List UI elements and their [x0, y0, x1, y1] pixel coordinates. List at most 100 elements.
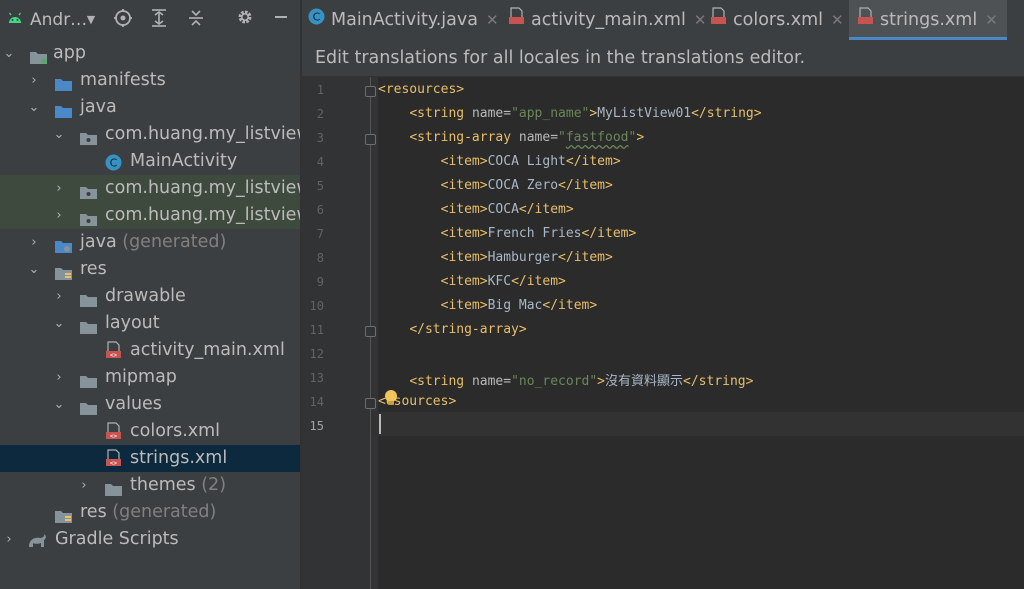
tree-item-manifests[interactable]: › manifests	[0, 67, 300, 94]
chevron-right-icon[interactable]: ›	[52, 175, 66, 202]
line-number: 3	[316, 131, 324, 145]
project-view-selector[interactable]: Andr…	[30, 8, 90, 32]
tree-item-label: res (generated)	[80, 502, 217, 522]
tree-item-activity-main-xml[interactable]: <> activity_main.xml	[0, 337, 300, 364]
collapse-all-icon[interactable]	[185, 8, 207, 32]
tree-item-label: app	[53, 43, 86, 63]
tree-item-gradle-scripts[interactable]: › Gradle Scripts	[0, 526, 300, 553]
tree-item-package-test[interactable]: › com.huang.my_listview	[0, 202, 300, 229]
class-icon: C	[308, 0, 325, 40]
tab-mainactivity-java[interactable]: C MainActivity.java ✕	[308, 0, 500, 40]
code-line[interactable]: <resources>	[378, 82, 464, 97]
package-icon	[80, 127, 97, 145]
chevron-right-icon[interactable]: ›	[27, 67, 41, 94]
tree-item-package-main[interactable]: ⌄ com.huang.my_listview	[0, 121, 300, 148]
tree-item-res[interactable]: ⌄ res	[0, 256, 300, 283]
fold-marker-icon[interactable]	[365, 398, 376, 409]
text-caret	[379, 414, 381, 434]
tab-label: strings.xml	[880, 10, 978, 30]
expand-all-icon[interactable]	[148, 8, 170, 32]
code-line[interactable]: <item>COCA Light</item>	[378, 154, 621, 169]
fold-marker-icon[interactable]	[365, 326, 376, 337]
code-line[interactable]: < esources>	[378, 390, 456, 409]
tab-strings-xml[interactable]: strings.xml ✕	[849, 0, 1007, 40]
chevron-right-icon[interactable]: ›	[52, 283, 66, 310]
line-number: 15	[309, 419, 324, 433]
code-line[interactable]: <item>French Fries</item>	[378, 226, 637, 241]
tab-label: colors.xml	[733, 10, 824, 30]
package-icon	[80, 208, 97, 226]
tree-item-app[interactable]: ⌄ app	[0, 40, 300, 67]
chevron-down-icon[interactable]: ⌄	[2, 40, 16, 67]
source-folder-icon	[55, 100, 72, 118]
tree-item-java-generated[interactable]: › java (generated)	[0, 229, 300, 256]
close-icon[interactable]: ✕	[985, 11, 998, 29]
code-line[interactable]: <item>COCA</item>	[378, 202, 574, 217]
tab-activity-main-xml[interactable]: activity_main.xml ✕	[508, 0, 707, 40]
chevron-right-icon[interactable]: ›	[52, 364, 66, 391]
tree-item-mipmap[interactable]: › mipmap	[0, 364, 300, 391]
svg-text:<>: <>	[110, 433, 118, 440]
tree-item-label: mipmap	[105, 367, 177, 387]
chevron-down-icon[interactable]: ⌄	[27, 94, 41, 121]
fold-marker-icon[interactable]	[365, 86, 376, 97]
tab-colors-xml[interactable]: colors.xml ✕	[710, 0, 846, 40]
close-icon[interactable]: ✕	[486, 11, 499, 29]
tree-item-drawable[interactable]: › drawable	[0, 283, 300, 310]
tree-item-label: MainActivity	[130, 151, 238, 171]
tree-item-strings-xml[interactable]: <> strings.xml	[0, 445, 300, 472]
chevron-right-icon[interactable]: ›	[27, 229, 41, 256]
tree-item-label: com.huang.my_listview	[105, 178, 300, 198]
chevron-down-icon[interactable]: ⌄	[52, 391, 66, 418]
xml-file-icon: <>	[105, 422, 122, 440]
chevron-down-icon[interactable]: ⌄	[27, 256, 41, 283]
chevron-right-icon[interactable]: ›	[52, 202, 66, 229]
chevron-down-icon[interactable]: ▼	[84, 8, 98, 32]
line-number: 9	[316, 275, 324, 289]
line-number: 10	[309, 299, 324, 313]
fold-marker-icon[interactable]	[365, 134, 376, 145]
tree-item-res-generated[interactable]: res (generated)	[0, 499, 300, 526]
svg-text:C: C	[313, 11, 321, 24]
xml-file-icon: <>	[105, 341, 122, 359]
code-line[interactable]: <item>KFC</item>	[378, 274, 566, 289]
class-icon: C	[105, 153, 122, 171]
code-line[interactable]: <string-array name="fastfood">	[378, 130, 644, 145]
tree-item-colors-xml[interactable]: <> colors.xml	[0, 418, 300, 445]
tree-item-mainactivity[interactable]: C MainActivity	[0, 148, 300, 175]
locate-icon[interactable]	[111, 8, 135, 32]
line-number: 6	[316, 203, 324, 217]
line-number: 14	[309, 395, 324, 409]
chevron-down-icon[interactable]: ⌄	[52, 310, 66, 337]
tree-item-label: Gradle Scripts	[55, 529, 179, 549]
code-line[interactable]: <item>Big Mac</item>	[378, 298, 598, 313]
resource-folder-icon	[55, 505, 72, 523]
tree-item-java[interactable]: ⌄ java	[0, 94, 300, 121]
minimize-icon[interactable]	[270, 8, 292, 32]
tree-item-layout[interactable]: ⌄ layout	[0, 310, 300, 337]
chevron-right-icon[interactable]: ›	[77, 472, 91, 499]
tree-item-values[interactable]: ⌄ values	[0, 391, 300, 418]
tree-item-label: manifests	[80, 70, 166, 90]
close-icon[interactable]: ✕	[831, 11, 844, 29]
line-number: 5	[316, 179, 324, 193]
xml-file-icon	[508, 0, 525, 40]
gear-icon[interactable]	[234, 8, 256, 32]
chevron-right-icon[interactable]: ›	[2, 526, 16, 553]
project-panel: Andr… ▼ ⌄ app › manifests ⌄ java ⌄ com.h…	[0, 0, 300, 589]
chevron-down-icon[interactable]: ⌄	[52, 121, 66, 148]
code-line[interactable]: <item>Hamburger</item>	[378, 250, 613, 265]
code-line[interactable]: <string name="no_record">沒有資料顯示</string>	[378, 370, 753, 389]
code-line[interactable]: <item>COCA Zero</item>	[378, 178, 613, 193]
tree-item-label: res	[80, 259, 107, 279]
close-icon[interactable]: ✕	[694, 11, 707, 29]
code-line[interactable]: <string name="app_name">MyListView01</st…	[378, 106, 761, 121]
current-line-highlight	[370, 412, 1024, 436]
svg-text:C: C	[110, 157, 118, 170]
code-line[interactable]: </string-array>	[378, 322, 526, 337]
tree-item-label: com.huang.my_listview	[105, 205, 300, 225]
tree-item-package-androidtest[interactable]: › com.huang.my_listview	[0, 175, 300, 202]
tree-item-themes[interactable]: › themes (2)	[0, 472, 300, 499]
folder-icon	[105, 478, 122, 496]
translations-notice[interactable]: Edit translations for all locales in the…	[302, 40, 1024, 77]
